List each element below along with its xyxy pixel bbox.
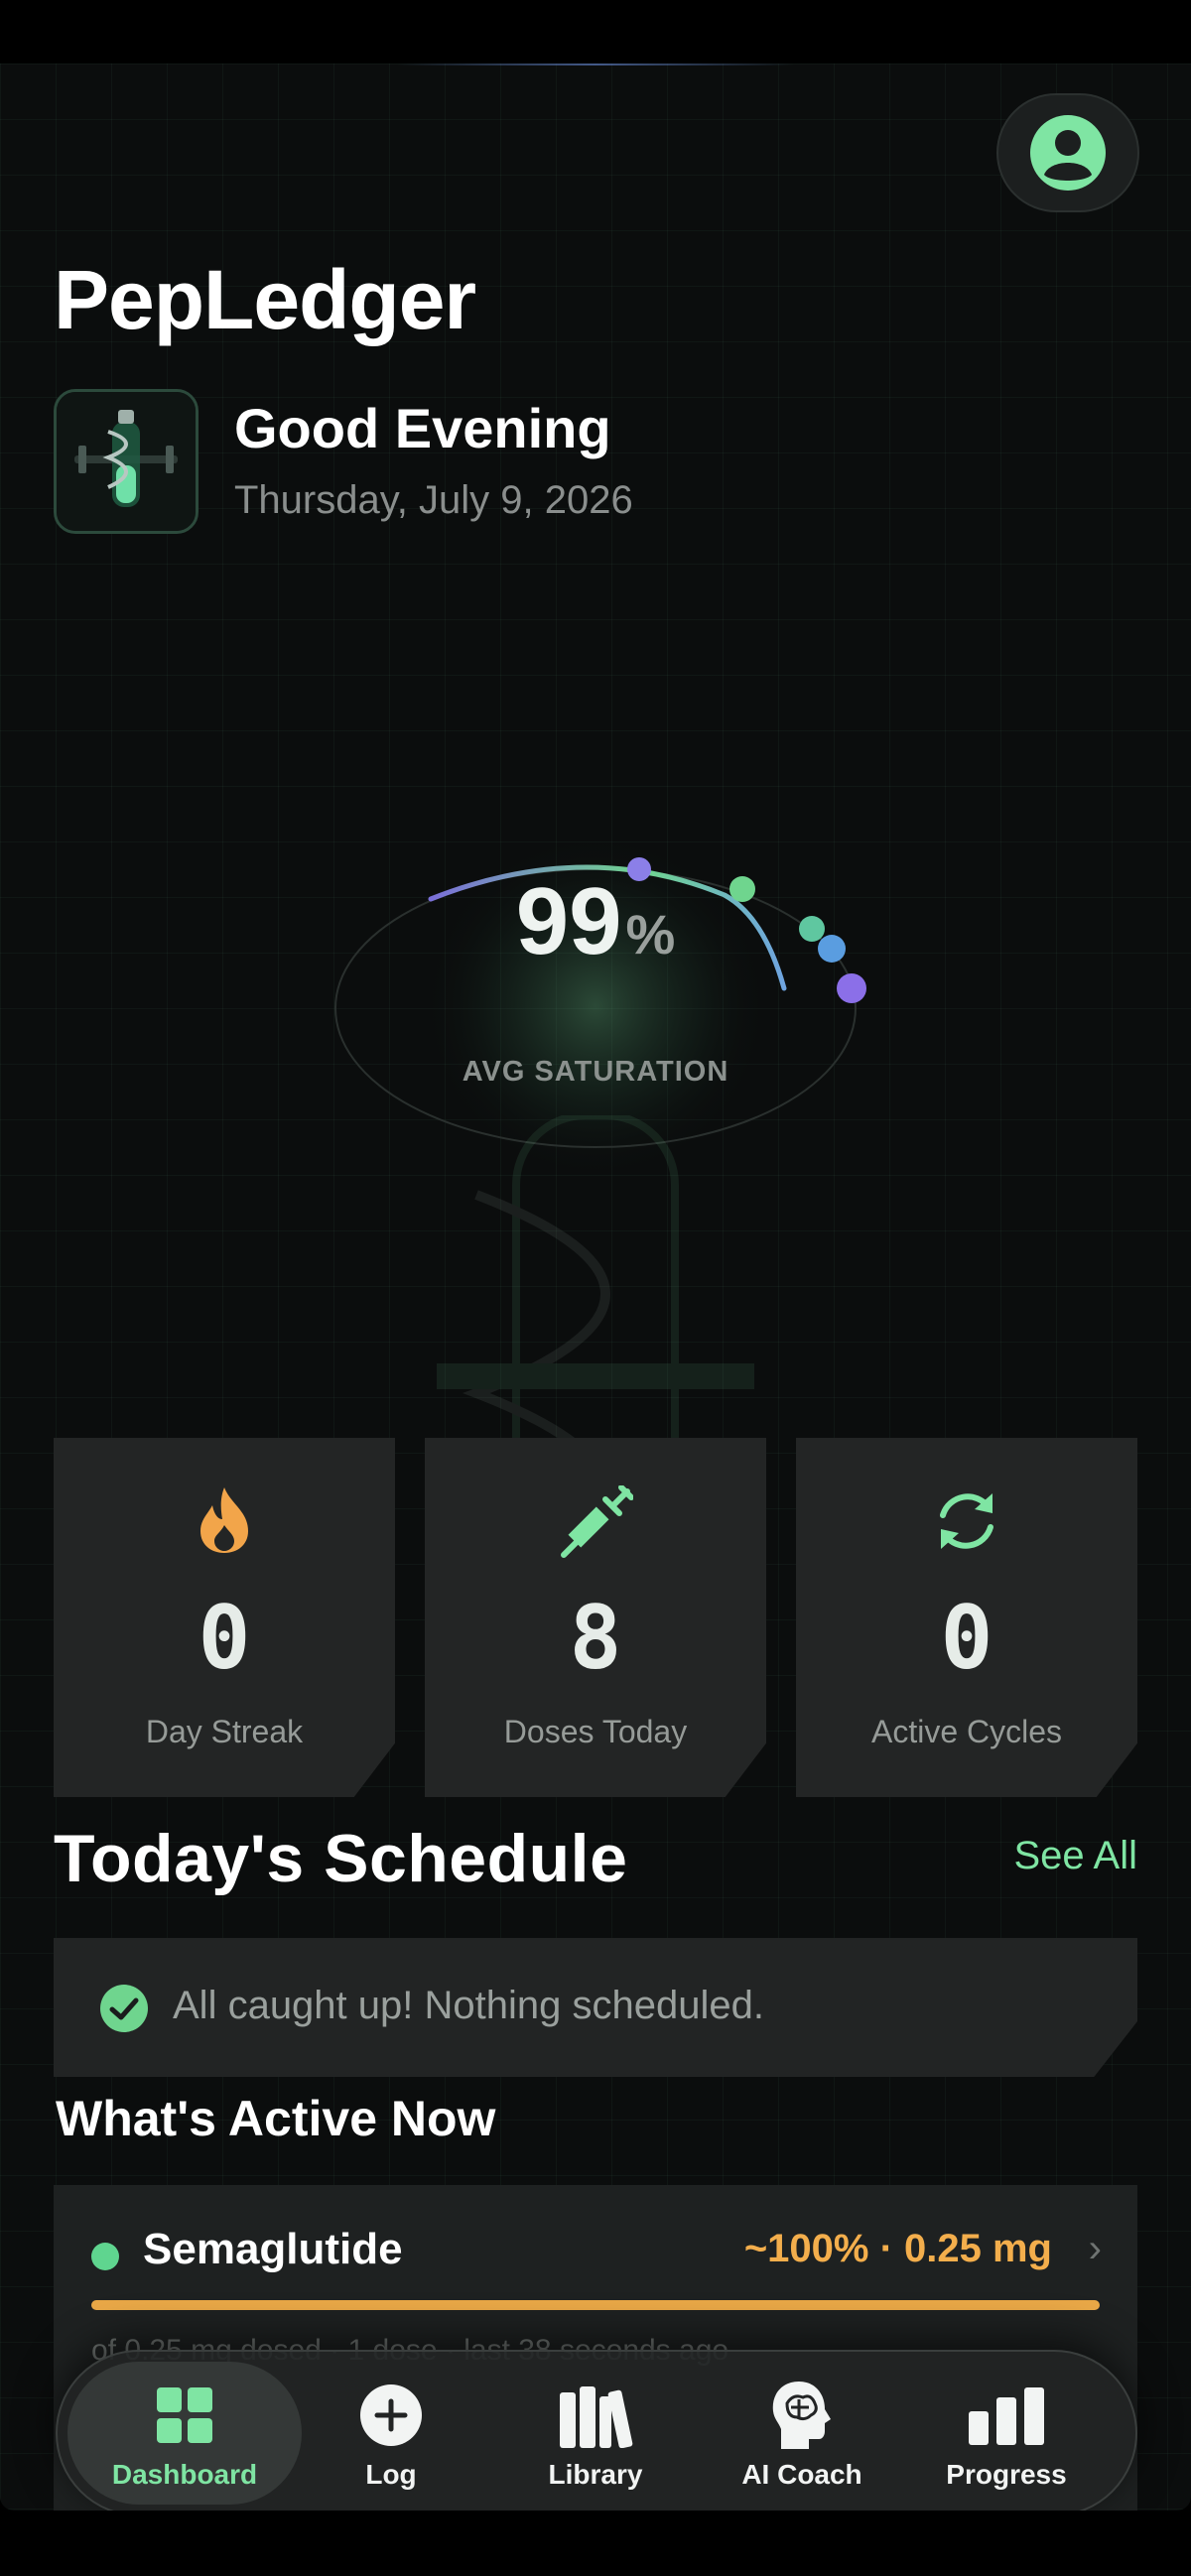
- schedule-empty-text: All caught up! Nothing scheduled.: [173, 1984, 764, 2027]
- books-icon: [560, 2386, 633, 2448]
- stat-label: Active Cycles: [870, 1714, 1063, 1749]
- user-circle-icon: [1030, 115, 1106, 191]
- check-circle-icon: [100, 1985, 148, 2032]
- stat-value: 0: [940, 1587, 993, 1689]
- plus-circle-icon: [360, 2384, 422, 2446]
- tab-label: AI Coach: [741, 2459, 862, 2490]
- status-dot: [91, 2243, 119, 2270]
- schedule-empty-card: All caught up! Nothing scheduled.: [54, 1938, 1137, 2077]
- active-item-name: Semaglutide: [143, 2225, 403, 2273]
- top-glow: [397, 64, 794, 65]
- brain-head-icon: [772, 2382, 831, 2449]
- flame-icon: [200, 1487, 248, 1553]
- tab-library[interactable]: Library: [496, 2362, 695, 2505]
- tab-label: Dashboard: [111, 2459, 258, 2490]
- stat-value: 0: [198, 1587, 251, 1689]
- tab-progress[interactable]: Progress: [907, 2362, 1106, 2505]
- active-item-meta: ~100% · 0.25 mg: [743, 2227, 1052, 2270]
- profile-button[interactable]: [996, 93, 1139, 212]
- app-logo: [54, 389, 198, 534]
- saturation-bar: [91, 2300, 1100, 2310]
- tab-ai-coach[interactable]: AI Coach: [703, 2362, 901, 2505]
- tab-label: Progress: [946, 2459, 1067, 2490]
- schedule-title: Today's Schedule: [54, 1821, 628, 1896]
- saturation-label: AVG SATURATION: [462, 1056, 729, 1088]
- stat-card-doses[interactable]: 8 Doses Today: [425, 1438, 766, 1797]
- saturation-value: 99%: [515, 868, 676, 974]
- active-now-title: What's Active Now: [56, 2091, 496, 2146]
- tab-log[interactable]: Log: [292, 2362, 490, 2505]
- stat-label: Doses Today: [503, 1714, 688, 1749]
- tab-dashboard[interactable]: Dashboard: [67, 2362, 302, 2505]
- greeting: Good Evening: [234, 397, 611, 459]
- stat-card-streak[interactable]: 0 Day Streak: [54, 1438, 395, 1797]
- bottom-tab-bar: Dashboard Log Library AI Coach Progress: [56, 2350, 1137, 2511]
- tab-label: Library: [548, 2459, 643, 2490]
- chevron-right-icon: ›: [1088, 2227, 1102, 2270]
- refresh-icon: [940, 1493, 993, 1549]
- marker-5: [837, 973, 866, 1003]
- see-all-link[interactable]: See All: [1013, 1834, 1137, 1878]
- grid-icon: [157, 2387, 212, 2443]
- stat-label: Day Streak: [145, 1714, 304, 1749]
- app-title: PepLedger: [54, 253, 476, 346]
- current-date: Thursday, July 9, 2026: [234, 478, 633, 522]
- dashboard-screen: PepLedger Good Evening Thursday, July 9,…: [0, 64, 1191, 2511]
- tab-label: Log: [365, 2459, 417, 2490]
- stat-value: 8: [569, 1587, 622, 1689]
- stat-card-cycles[interactable]: 0 Active Cycles: [796, 1438, 1137, 1797]
- syringe-icon: [561, 1485, 633, 1558]
- bar-chart-icon: [969, 2387, 1044, 2445]
